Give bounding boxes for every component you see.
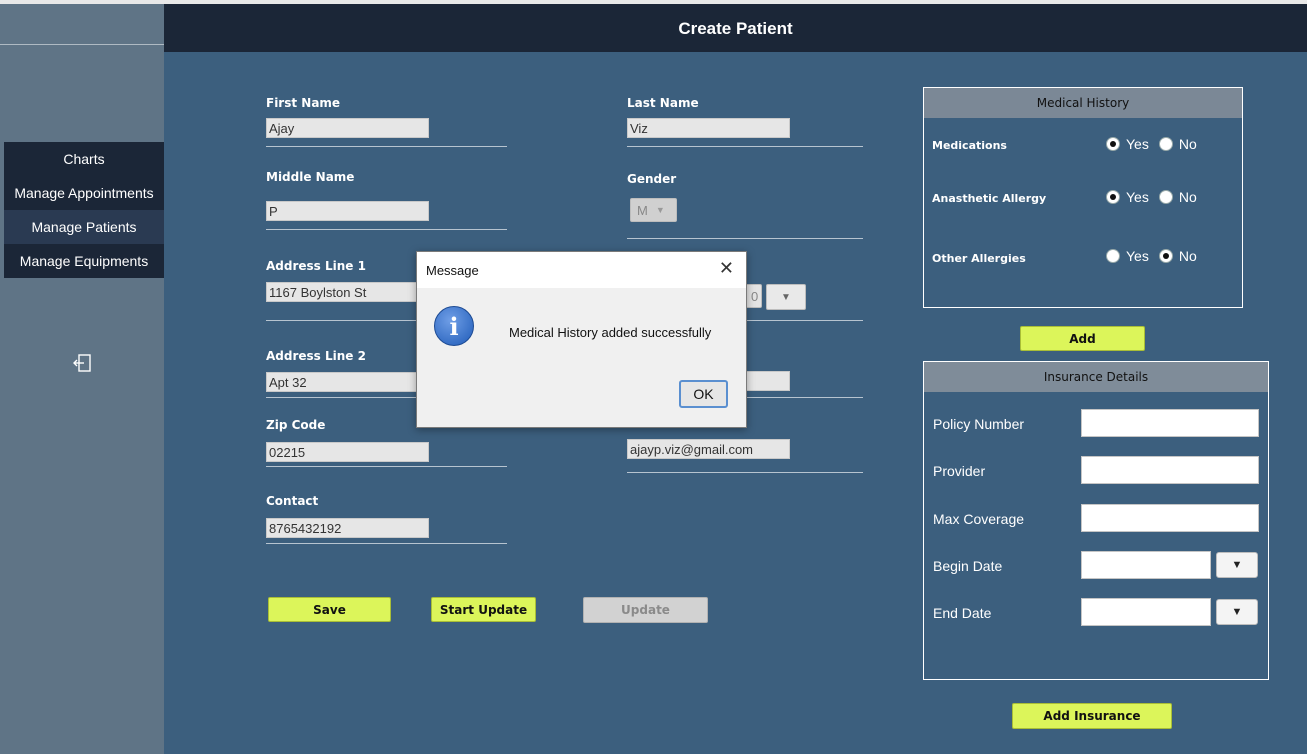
close-icon[interactable]: ✕ [719, 258, 734, 279]
medications-yes-radio[interactable] [1106, 137, 1120, 151]
chevron-down-icon: ▼ [1231, 559, 1243, 571]
contact-field[interactable]: 8765432192 [266, 518, 429, 538]
other-allergies-yes-radio[interactable] [1106, 249, 1120, 263]
sidebar-item-manage-appointments[interactable]: Manage Appointments [4, 176, 164, 210]
ok-button[interactable]: OK [679, 380, 728, 408]
other-allergies-no-radio[interactable] [1158, 249, 1173, 263]
gender-select[interactable]: M ▼ [630, 198, 677, 222]
other-allergies-label: Other Allergies [932, 252, 1026, 265]
info-icon: i [434, 306, 474, 346]
partial-combo-value: 0 [751, 288, 759, 304]
end-date-label: End Date [933, 605, 992, 621]
middle-name-underline [266, 229, 507, 230]
max-coverage-field[interactable] [1081, 504, 1259, 532]
hidden-field-partial[interactable] [740, 371, 790, 391]
medications-radio-group: Yes No [1106, 136, 1197, 152]
chevron-down-icon: ▼ [781, 291, 791, 303]
address-line1-field[interactable]: 1167 Boylston St [266, 282, 429, 302]
first-name-label: First Name [266, 96, 341, 110]
gender-underline [627, 238, 863, 239]
chevron-down-icon: ▼ [655, 205, 665, 215]
first-name-underline [266, 146, 507, 147]
update-button[interactable]: Update [583, 597, 708, 623]
zip-code-field[interactable]: 02215 [266, 442, 429, 462]
radio-label-no: No [1178, 248, 1197, 264]
policy-number-field[interactable] [1081, 409, 1259, 437]
combo-dropdown-button[interactable]: ▼ [766, 284, 806, 310]
header-bar: Create Patient [164, 4, 1307, 52]
radio-label-yes: Yes [1126, 189, 1149, 205]
address-line2-label: Address Line 2 [266, 349, 366, 363]
contact-label: Contact [266, 494, 319, 508]
last-name-underline [627, 146, 863, 147]
anasthetic-allergy-no-radio[interactable] [1158, 190, 1173, 204]
dialog-message: Medical History added successfully [509, 325, 712, 340]
page-title: Create Patient [678, 19, 793, 38]
begin-date-picker-button[interactable]: ▼ [1216, 552, 1258, 578]
address-line1-label: Address Line 1 [266, 259, 366, 273]
address-line2-field[interactable]: Apt 32 [266, 372, 429, 392]
sidebar-item-label: Manage Appointments [14, 185, 154, 201]
end-date-field[interactable] [1081, 598, 1211, 626]
sidebar-item-label: Manage Patients [31, 219, 137, 235]
provider-field[interactable] [1081, 456, 1259, 484]
sidebar-item-label: Charts [63, 151, 105, 167]
sidebar-item-charts[interactable]: Charts [4, 142, 164, 176]
zip-code-label: Zip Code [266, 418, 326, 432]
anasthetic-allergy-yes-radio[interactable] [1106, 190, 1120, 204]
sidebar-item-manage-patients[interactable]: Manage Patients [4, 210, 164, 244]
medications-label: Medications [932, 139, 1007, 152]
gender-select-value: M [637, 202, 648, 218]
anasthetic-allergy-radio-group: Yes No [1106, 189, 1197, 205]
chevron-down-icon: ▼ [1231, 606, 1243, 618]
medications-no-radio[interactable] [1158, 137, 1173, 151]
provider-label: Provider [933, 463, 986, 479]
last-name-field[interactable]: Viz [627, 118, 790, 138]
begin-date-field[interactable] [1081, 551, 1211, 579]
max-coverage-label: Max Coverage [933, 511, 1025, 527]
middle-name-field[interactable]: P [266, 201, 429, 221]
anasthetic-allergy-label: Anasthetic Allergy [932, 192, 1047, 205]
sidebar-divider [0, 44, 164, 45]
first-name-field[interactable]: Ajay [266, 118, 429, 138]
start-update-button[interactable]: Start Update [431, 597, 536, 622]
radio-label-no: No [1178, 136, 1197, 152]
medical-history-title: Medical History [924, 88, 1242, 118]
save-button[interactable]: Save [268, 597, 391, 622]
contact-underline [266, 543, 507, 544]
sidebar [0, 4, 164, 754]
email-underline [627, 472, 863, 473]
policy-number-label: Policy Number [933, 416, 1025, 432]
radio-label-yes: Yes [1126, 136, 1149, 152]
dialog-title: Message [426, 263, 479, 278]
sidebar-menu: Charts Manage Appointments Manage Patien… [4, 142, 164, 278]
add-insurance-button[interactable]: Add Insurance [1012, 703, 1172, 729]
sidebar-item-manage-equipments[interactable]: Manage Equipments [4, 244, 164, 278]
radio-label-yes: Yes [1126, 248, 1149, 264]
sidebar-item-label: Manage Equipments [19, 253, 149, 269]
begin-date-label: Begin Date [933, 558, 1003, 574]
middle-name-label: Middle Name [266, 170, 355, 184]
end-date-picker-button[interactable]: ▼ [1216, 599, 1258, 625]
message-dialog: Message ✕ i Medical History added succes… [416, 251, 747, 428]
other-allergies-radio-group: Yes No [1106, 248, 1197, 264]
zip-code-underline [266, 466, 507, 467]
email-field[interactable]: ajayp.viz@gmail.com [627, 439, 790, 459]
insurance-title: Insurance Details [924, 362, 1268, 392]
add-medical-history-button[interactable]: Add [1020, 326, 1145, 351]
gender-label: Gender [627, 172, 677, 186]
radio-label-no: No [1178, 189, 1197, 205]
logout-icon[interactable] [72, 352, 94, 374]
last-name-label: Last Name [627, 96, 699, 110]
